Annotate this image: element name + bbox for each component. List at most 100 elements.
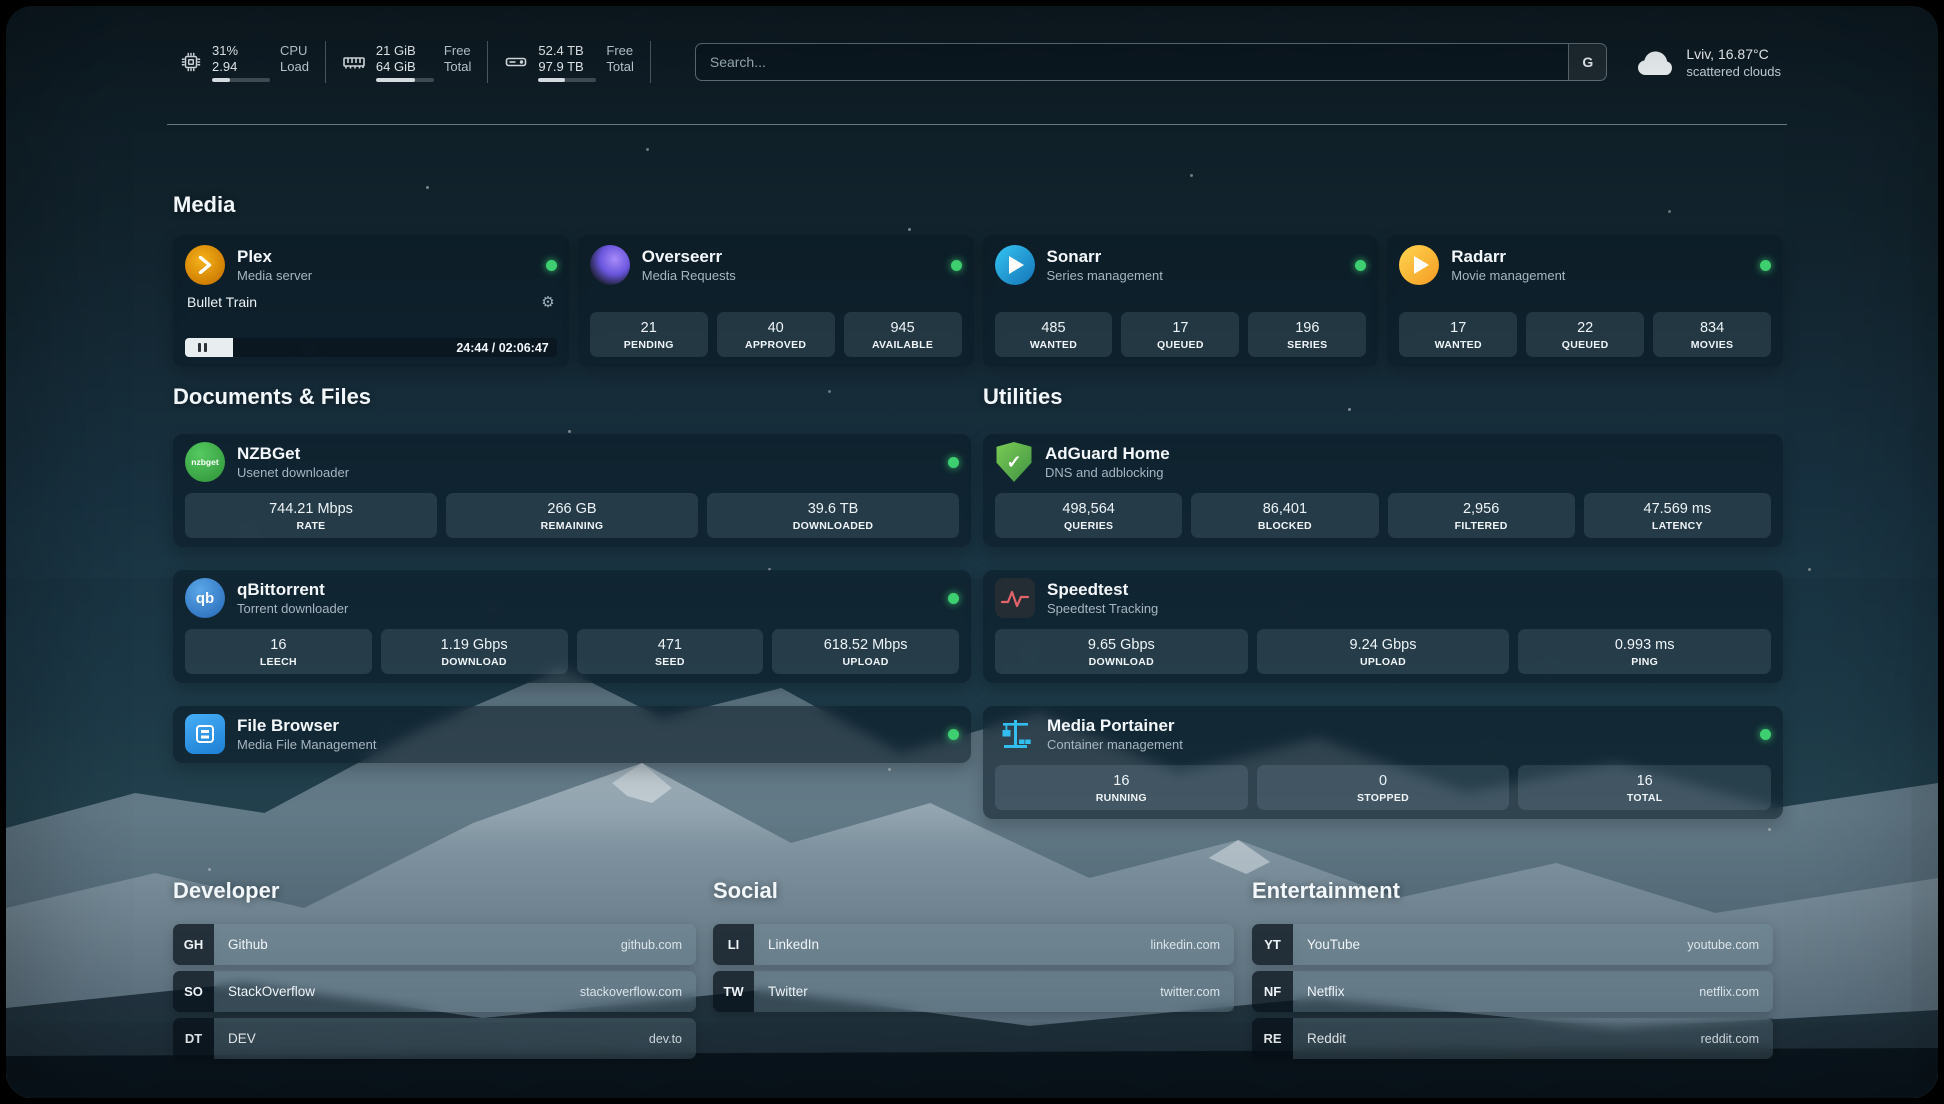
radarr-icon xyxy=(1399,245,1439,285)
bookmark-netflix[interactable]: NF Netflix netflix.com xyxy=(1252,971,1773,1012)
app-card-adguard[interactable]: ✓ AdGuard Home DNS and adblocking 498,56… xyxy=(983,434,1783,547)
stat-leech: 16 LEECH xyxy=(185,629,372,674)
stat-rate: 744.21 Mbps RATE xyxy=(185,493,437,538)
app-desc: Usenet downloader xyxy=(237,464,349,481)
search-input[interactable] xyxy=(696,44,1568,80)
app-name: Radarr xyxy=(1451,246,1565,267)
playback-progress-bar: 24:44 / 02:06:47 xyxy=(185,338,557,357)
gear-icon[interactable]: ⚙ xyxy=(541,295,554,310)
status-online-dot xyxy=(1355,260,1366,271)
dev-icon: DT xyxy=(173,1018,214,1059)
sonarr-icon xyxy=(995,245,1035,285)
section-title-media: Media xyxy=(173,192,235,218)
bookmark-reddit[interactable]: RE Reddit reddit.com xyxy=(1252,1018,1773,1059)
app-card-radarr[interactable]: Radarr Movie management 17 WANTED 22 QUE… xyxy=(1387,235,1783,367)
app-desc: Container management xyxy=(1047,736,1183,753)
ram-labels: Free Total xyxy=(444,43,471,75)
weather-condition: scattered clouds xyxy=(1686,63,1781,80)
bookmark-column-social: LI LinkedIn linkedin.com TW Twitter twit… xyxy=(713,924,1234,1018)
app-card-overseerr[interactable]: Overseerr Media Requests 21 PENDING 40 A… xyxy=(578,235,974,367)
adguard-stats: 498,564 QUERIES 86,401 BLOCKED 2,956 FIL… xyxy=(995,493,1771,538)
overseerr-icon xyxy=(590,245,630,285)
playback-progress-fill xyxy=(219,338,233,357)
cpu-labels: CPU Load xyxy=(280,43,309,75)
stat-series: 196 SERIES xyxy=(1248,312,1366,357)
stat-queued: 22 QUEUED xyxy=(1526,312,1644,357)
bookmark-github[interactable]: GH Github github.com xyxy=(173,924,696,965)
netflix-icon: NF xyxy=(1252,971,1293,1012)
stat-upload: 618.52 Mbps UPLOAD xyxy=(772,629,959,674)
bookmark-youtube[interactable]: YT YouTube youtube.com xyxy=(1252,924,1773,965)
stat-queued: 17 QUEUED xyxy=(1121,312,1239,357)
bookmark-column-developer: GH Github github.com SO StackOverflow st… xyxy=(173,924,696,1065)
filebrowser-icon xyxy=(185,714,225,754)
disk-free: 52.4 TB xyxy=(538,43,596,59)
stat-wanted: 485 WANTED xyxy=(995,312,1113,357)
stat-movies: 834 MOVIES xyxy=(1653,312,1771,357)
top-bar: 31% 2.94 CPU Load 21 GiB 64 GiB xyxy=(173,34,1783,90)
bookmark-stackoverflow[interactable]: SO StackOverflow stackoverflow.com xyxy=(173,971,696,1012)
ram-progress-bar xyxy=(376,78,434,82)
app-name: AdGuard Home xyxy=(1045,443,1170,464)
qbittorrent-icon: qb xyxy=(185,578,225,618)
overseerr-stats: 21 PENDING 40 APPROVED 945 AVAILABLE xyxy=(590,312,962,357)
section-title-entertainment: Entertainment xyxy=(1252,878,1400,904)
app-desc: Movie management xyxy=(1451,267,1565,284)
weather-widget: Lviv, 16.87°C scattered clouds xyxy=(1635,45,1783,80)
cpu-widget: 31% 2.94 CPU Load xyxy=(180,41,326,83)
stat-pending: 21 PENDING xyxy=(590,312,708,357)
section-title-documents: Documents & Files xyxy=(173,384,371,410)
now-playing-row: Bullet Train ⚙ xyxy=(185,294,557,310)
app-card-nzbget[interactable]: nzbget NZBGet Usenet downloader 744.21 M… xyxy=(173,434,971,547)
section-title-utilities: Utilities xyxy=(983,384,1062,410)
status-online-dot xyxy=(948,593,959,604)
app-name: Sonarr xyxy=(1047,246,1163,267)
app-desc: Torrent downloader xyxy=(237,600,348,617)
bookmark-dev[interactable]: DT DEV dev.to xyxy=(173,1018,696,1059)
stat-download: 1.19 Gbps DOWNLOAD xyxy=(381,629,568,674)
radarr-stats: 17 WANTED 22 QUEUED 834 MOVIES xyxy=(1399,312,1771,357)
stat-wanted: 17 WANTED xyxy=(1399,312,1517,357)
disk-labels: Free Total xyxy=(606,43,633,75)
stat-blocked: 86,401 BLOCKED xyxy=(1191,493,1378,538)
disk-progress-bar xyxy=(538,78,596,82)
pause-button[interactable] xyxy=(185,338,219,357)
nzbget-stats: 744.21 Mbps RATE 266 GB REMAINING 39.6 T… xyxy=(185,493,959,538)
app-card-portainer[interactable]: Media Portainer Container management 16 … xyxy=(983,706,1783,819)
app-card-plex[interactable]: Plex Media server Bullet Train ⚙ 24:44 /… xyxy=(173,235,569,367)
linkedin-icon: LI xyxy=(713,924,754,965)
stat-remaining: 266 GB REMAINING xyxy=(446,493,698,538)
search-engine-button[interactable]: G xyxy=(1568,44,1606,80)
plex-icon xyxy=(185,245,225,285)
qbittorrent-stats: 16 LEECH 1.19 Gbps DOWNLOAD 471 SEED 618… xyxy=(185,629,959,674)
app-name: Plex xyxy=(237,246,312,267)
speedtest-icon xyxy=(995,578,1035,618)
overseerr-header: Overseerr Media Requests xyxy=(590,245,962,285)
app-card-qbittorrent[interactable]: qb qBittorrent Torrent downloader 16 LEE… xyxy=(173,570,971,683)
stat-ping: 0.993 ms PING xyxy=(1518,629,1771,674)
app-card-speedtest[interactable]: Speedtest Speedtest Tracking 9.65 Gbps D… xyxy=(983,570,1783,683)
bookmark-linkedin[interactable]: LI LinkedIn linkedin.com xyxy=(713,924,1234,965)
bookmark-twitter[interactable]: TW Twitter twitter.com xyxy=(713,971,1234,1012)
reddit-icon: RE xyxy=(1252,1018,1293,1059)
radarr-header: Radarr Movie management xyxy=(1399,245,1771,285)
portainer-stats: 16 RUNNING 0 STOPPED 16 TOTAL xyxy=(995,765,1771,810)
disk-values: 52.4 TB 97.9 TB xyxy=(538,43,596,82)
app-card-filebrowser[interactable]: File Browser Media File Management xyxy=(173,706,971,763)
app-name: Speedtest xyxy=(1047,579,1158,600)
app-name: qBittorrent xyxy=(237,579,348,600)
stat-upload: 9.24 Gbps UPLOAD xyxy=(1257,629,1510,674)
app-card-sonarr[interactable]: Sonarr Series management 485 WANTED 17 Q… xyxy=(983,235,1379,367)
sonarr-stats: 485 WANTED 17 QUEUED 196 SERIES xyxy=(995,312,1367,357)
stat-total: 16 TOTAL xyxy=(1518,765,1771,810)
now-playing-title: Bullet Train xyxy=(187,294,257,310)
app-desc: Speedtest Tracking xyxy=(1047,600,1158,617)
weather-location: Lviv, 16.87°C xyxy=(1686,45,1781,63)
header-divider xyxy=(167,124,1787,125)
app-desc: Series management xyxy=(1047,267,1163,284)
cpu-percent: 31% xyxy=(212,43,270,59)
ram-free: 21 GiB xyxy=(376,43,434,59)
stackoverflow-icon: SO xyxy=(173,971,214,1012)
youtube-icon: YT xyxy=(1252,924,1293,965)
stat-running: 16 RUNNING xyxy=(995,765,1248,810)
